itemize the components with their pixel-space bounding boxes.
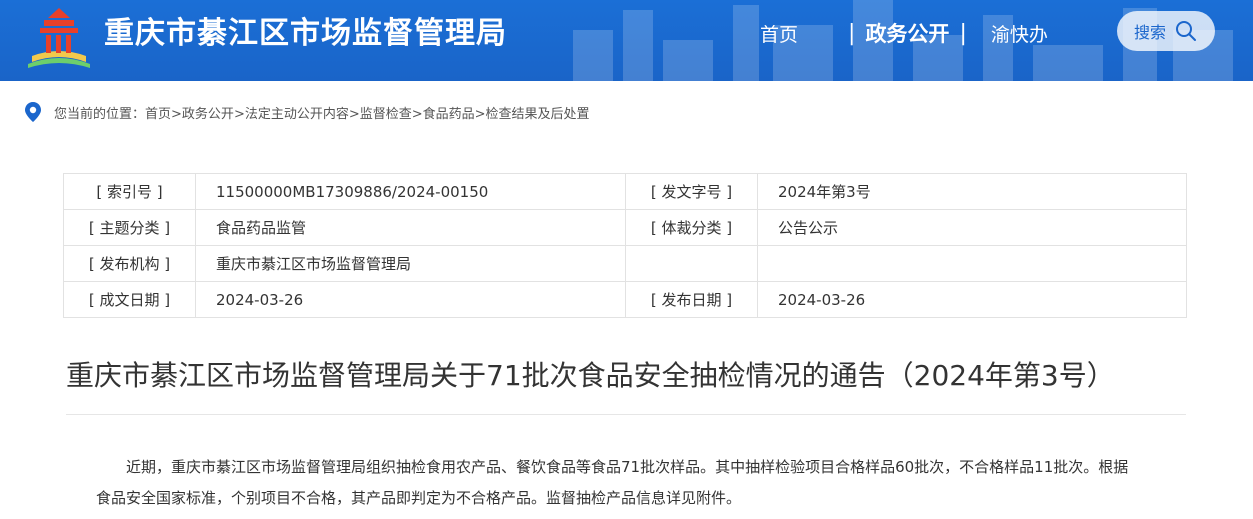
nav-separator: | <box>848 20 856 46</box>
breadcrumb: 您当前的位置： 首页 >政务公开 >法定主动公开内容 >监督检查 >食品药品 >… <box>24 100 590 124</box>
info-value: 2024-03-26 <box>195 281 626 318</box>
search-button[interactable]: 搜索 <box>1117 11 1215 51</box>
location-pin-icon <box>25 102 41 122</box>
breadcrumb-prefix: 您当前的位置： <box>54 106 146 122</box>
info-key: [ 发文字号 ] <box>625 173 758 210</box>
info-value: 重庆市綦江区市场监督管理局 <box>195 245 626 282</box>
nav-gov-affairs[interactable]: 政务公开 <box>865 18 949 48</box>
document-title: 重庆市綦江区市场监督管理局关于71批次食品安全抽检情况的通告（2024年第3号） <box>66 359 1115 392</box>
site-header: 重庆市綦江区市场监督管理局 首页 | 政务公开 | 渝快办 搜索 <box>0 0 1253 81</box>
main-nav: 首页 | 政务公开 | 渝快办 <box>760 16 1048 50</box>
table-row: [ 索引号 ] 11500000MB17309886/2024-00150 [ … <box>63 173 1187 210</box>
breadcrumb-item-food-drug[interactable]: >食品药品 <box>412 103 475 122</box>
table-row: [ 发布机构 ] 重庆市綦江区市场监督管理局 <box>63 245 1187 282</box>
nav-separator: | <box>959 20 967 46</box>
info-key: [ 主题分类 ] <box>63 209 196 246</box>
info-key: [ 索引号 ] <box>63 173 196 210</box>
table-row: [ 成文日期 ] 2024-03-26 [ 发布日期 ] 2024-03-26 <box>63 281 1187 318</box>
breadcrumb-item-inspection[interactable]: >监督检查 <box>349 103 412 122</box>
site-title[interactable]: 重庆市綦江区市场监督管理局 <box>104 14 507 54</box>
document-paragraph: 近期，重庆市綦江区市场监督管理局组织抽检食用农产品、餐饮食品等食品71批次样品。… <box>96 458 1129 507</box>
breadcrumb-item-results[interactable]: >检查结果及后处置 <box>475 103 590 122</box>
info-key: [ 发布日期 ] <box>625 281 758 318</box>
table-row: [ 主题分类 ] 食品药品监管 [ 体裁分类 ] 公告公示 <box>63 209 1187 246</box>
info-key: [ 发布机构 ] <box>63 245 196 282</box>
info-value <box>757 245 1187 282</box>
search-label: 搜索 <box>1134 23 1167 42</box>
nav-home[interactable]: 首页 <box>760 20 798 47</box>
info-key: [ 体裁分类 ] <box>625 209 758 246</box>
breadcrumb-item-gov-affairs[interactable]: >政务公开 <box>171 103 234 122</box>
info-value: 食品药品监管 <box>195 209 626 246</box>
nav-yukuaiban[interactable]: 渝快办 <box>991 20 1048 47</box>
info-value: 2024-03-26 <box>757 281 1187 318</box>
breadcrumb-item-home[interactable]: 首页 <box>145 103 171 122</box>
info-value: 11500000MB17309886/2024-00150 <box>195 173 626 210</box>
site-logo[interactable] <box>24 6 94 70</box>
info-value: 公告公示 <box>757 209 1187 246</box>
title-divider <box>66 414 1186 415</box>
info-value: 2024年第3号 <box>757 173 1187 210</box>
search-icon <box>1176 21 1197 41</box>
breadcrumb-item-statutory[interactable]: >法定主动公开内容 <box>234 103 349 122</box>
info-key: [ 成文日期 ] <box>63 281 196 318</box>
document-info-table: [ 索引号 ] 11500000MB17309886/2024-00150 [ … <box>63 173 1187 318</box>
info-key <box>625 245 758 282</box>
